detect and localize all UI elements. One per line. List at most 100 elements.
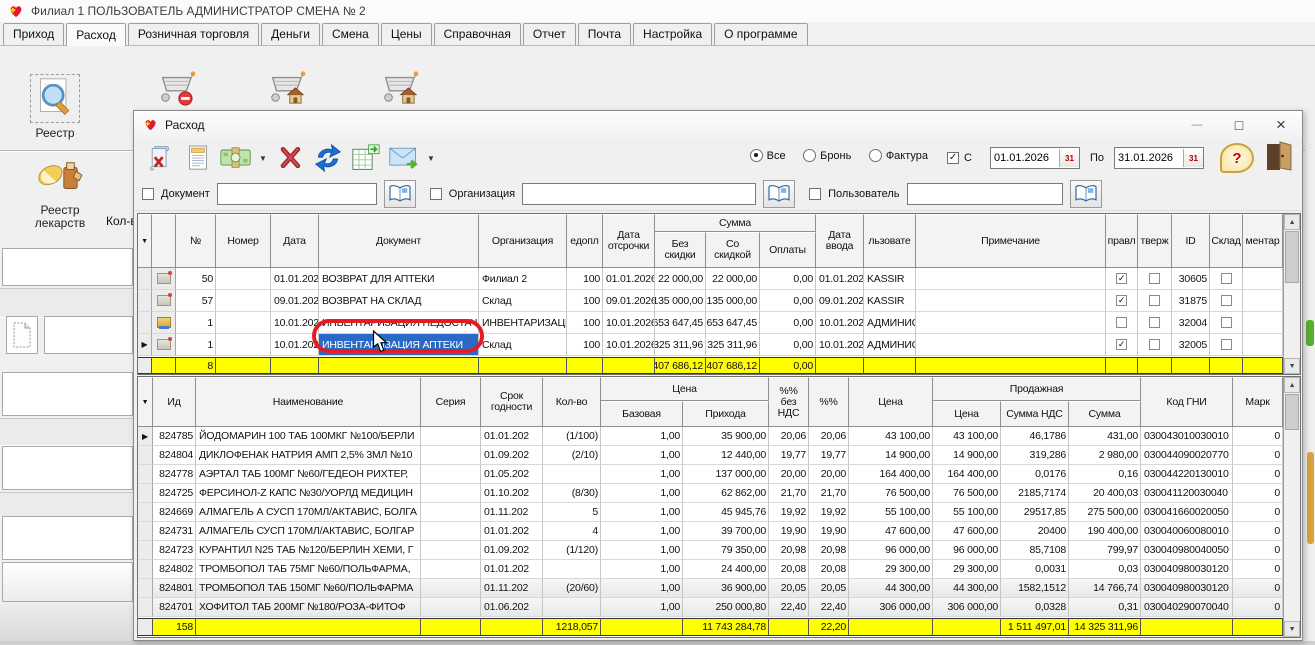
cell-oplaty[interactable]: 0,00 (760, 268, 816, 290)
cell-pct-bez-nds[interactable]: 20,00 (769, 465, 809, 484)
cell-id[interactable]: 824802 (153, 560, 196, 579)
cell-id[interactable]: 824731 (153, 522, 196, 541)
cell-sklad-checkbox[interactable] (1210, 312, 1243, 334)
cell-naimenovanie[interactable]: ДИКЛОФЕНАК НАТРИЯ АМП 2,5% 3МЛ №10 (196, 446, 421, 465)
scope-radio-option[interactable]: Фактура (869, 149, 928, 162)
send-mail-dropdown-icon[interactable]: ▼ (426, 154, 436, 163)
dialog-titlebar[interactable]: Расход — □ × (134, 111, 1302, 139)
cell-summa[interactable]: 275 500,00 (1069, 503, 1141, 522)
cell-inventar[interactable] (1243, 268, 1283, 290)
cell-organizaciya[interactable]: ИНВЕНТАРИЗАЦИЯ (479, 312, 567, 334)
cell-podtverzh-checkbox[interactable] (1138, 268, 1172, 290)
cell-summa-nds[interactable]: 20400 (1001, 522, 1069, 541)
cell-summa-nds[interactable]: 1582,1512 (1001, 579, 1069, 598)
cell-inventar[interactable] (1243, 290, 1283, 312)
main-tab[interactable]: Справочная (434, 23, 521, 45)
cell-summa[interactable]: 14 766,74 (1069, 579, 1141, 598)
cell-srok-godnosti[interactable]: 01.05.202 (481, 465, 543, 484)
cell-podtverzh-checkbox[interactable] (1138, 290, 1172, 312)
cell-naimenovanie[interactable]: ТРОМБОПОЛ ТАБ 150МГ №60/ПОЛЬФАРМА (196, 579, 421, 598)
cell-prihoda[interactable]: 250 000,80 (683, 598, 769, 617)
cell-naimenovanie[interactable]: ФЕРСИНОЛ-Z КАПС №30/УОРЛД МЕДИЦИН (196, 484, 421, 503)
refresh-button[interactable] (312, 143, 344, 173)
cell-pct-bez-nds[interactable]: 19,77 (769, 446, 809, 465)
cell-n[interactable]: 1 (176, 312, 216, 334)
cell-kol-vo[interactable]: (1/100) (543, 427, 601, 446)
cell-nomer[interactable] (216, 268, 271, 290)
cell-id[interactable]: 31875 (1172, 290, 1210, 312)
cell-kod-gni[interactable]: 030044220130010 (1141, 465, 1233, 484)
cell-oplaty[interactable]: 0,00 (760, 334, 816, 356)
cell-prihoda[interactable]: 36 900,00 (683, 579, 769, 598)
documents-scrollbar[interactable]: ▲ ▼ (1283, 214, 1300, 374)
cell-pct-bez-nds[interactable]: 20,06 (769, 427, 809, 446)
cell-n[interactable]: 50 (176, 268, 216, 290)
cell-bazovaya[interactable]: 1,00 (601, 560, 683, 579)
cell-kod-gni[interactable]: 030040980030120 (1141, 560, 1233, 579)
scroll-up-icon[interactable]: ▲ (1284, 214, 1300, 230)
cell-srok-godnosti[interactable]: 01.06.202 (481, 598, 543, 617)
new-doc-button[interactable] (6, 316, 38, 354)
cell-data[interactable]: 09.01.2026 (271, 290, 319, 312)
cell-mark[interactable]: 0 (1233, 560, 1283, 579)
cell-id[interactable]: 824669 (153, 503, 196, 522)
cell-cena[interactable]: 44 300,00 (849, 579, 933, 598)
cell-data-otsrochki[interactable]: 10.01.2026 (603, 312, 655, 334)
cell-naimenovanie[interactable]: ТРОМБОПОЛ ТАБ 75МГ №60/ПОЛЬФАРМА, (196, 560, 421, 579)
cell-prihoda[interactable]: 137 000,00 (683, 465, 769, 484)
cell-polzovatel[interactable]: АДМИНИСТРАТОР (864, 334, 916, 356)
main-tab[interactable]: Настройка (633, 23, 712, 45)
main-tab[interactable]: Розничная торговля (128, 23, 259, 45)
cell-cena[interactable]: 164 400,00 (849, 465, 933, 484)
left-field-4[interactable] (2, 446, 133, 490)
left-field-2[interactable] (44, 316, 133, 354)
cell-id[interactable]: 824785 (153, 427, 196, 446)
item-row[interactable]: 824723 КУРАНТИЛ N25 ТАБ №120/БЕРЛИН ХЕМИ… (138, 541, 1300, 560)
cell-cena[interactable]: 76 500,00 (849, 484, 933, 503)
cell-prihoda[interactable]: 24 400,00 (683, 560, 769, 579)
cell-id[interactable]: 824778 (153, 465, 196, 484)
cell-pct[interactable]: 20,98 (809, 541, 849, 560)
cell-id[interactable]: 824804 (153, 446, 196, 465)
cell-kol-vo[interactable]: 5 (543, 503, 601, 522)
cell-seriya[interactable] (421, 598, 481, 617)
left-field-6[interactable] (2, 562, 133, 602)
cell-naimenovanie[interactable]: АЭРТАЛ ТАБ 100МГ №60/ГЕДЕОН РИХТЕР, (196, 465, 421, 484)
cell-id[interactable]: 824723 (153, 541, 196, 560)
cell-cena[interactable]: 55 100,00 (849, 503, 933, 522)
cell-naimenovanie[interactable]: ХОФИТОЛ ТАБ 200МГ №180/РОЗА-ФИТОФ (196, 598, 421, 617)
cell-prihoda[interactable]: 79 350,00 (683, 541, 769, 560)
cell-summa-nds[interactable]: 0,0031 (1001, 560, 1069, 579)
cell-pct[interactable]: 20,08 (809, 560, 849, 579)
cell-naimenovanie[interactable]: ЙОДОМАРИН 100 ТАБ 100МКГ №100/БЕРЛИ (196, 427, 421, 446)
item-row[interactable]: 824725 ФЕРСИНОЛ-Z КАПС №30/УОРЛД МЕДИЦИН… (138, 484, 1300, 503)
cell-srok-godnosti[interactable]: 01.01.202 (481, 427, 543, 446)
cell-summa-nds[interactable]: 85,7108 (1001, 541, 1069, 560)
cell-prod-cena[interactable]: 96 000,00 (933, 541, 1001, 560)
cell-srok-godnosti[interactable]: 01.01.202 (481, 560, 543, 579)
main-tab[interactable]: Деньги (261, 23, 320, 45)
lookup-book-button[interactable] (384, 180, 416, 208)
left-field-1[interactable] (2, 248, 133, 286)
cell-mark[interactable]: 0 (1233, 427, 1283, 446)
main-tab[interactable]: Расход (66, 23, 126, 46)
cell-kol-vo[interactable]: (20/60) (543, 579, 601, 598)
cell-mark[interactable]: 0 (1233, 579, 1283, 598)
cell-data-vvoda[interactable]: 01.01.2026 (816, 268, 864, 290)
cell-seriya[interactable] (421, 579, 481, 598)
close-button[interactable]: × (1260, 111, 1302, 139)
cell-so-skidkoy[interactable]: 653 647,45 (706, 312, 760, 334)
cell-kod-gni[interactable]: 030044090020770 (1141, 446, 1233, 465)
cell-id[interactable]: 824725 (153, 484, 196, 503)
cell-prod-cena[interactable]: 43 100,00 (933, 427, 1001, 446)
cell-id[interactable]: 824701 (153, 598, 196, 617)
cell-sklad-checkbox[interactable] (1210, 268, 1243, 290)
cell-data-vvoda[interactable]: 10.01.2026 (816, 334, 864, 356)
cell-prihoda[interactable]: 62 862,00 (683, 484, 769, 503)
export-excel-button[interactable] (350, 143, 382, 173)
item-row[interactable]: ▶ 824785 ЙОДОМАРИН 100 ТАБ 100МКГ №100/Б… (138, 427, 1300, 446)
cell-pct[interactable]: 19,77 (809, 446, 849, 465)
item-row[interactable]: 824701 ХОФИТОЛ ТАБ 200МГ №180/РОЗА-ФИТОФ… (138, 598, 1300, 617)
cell-pct[interactable]: 19,90 (809, 522, 849, 541)
cell-seriya[interactable] (421, 484, 481, 503)
